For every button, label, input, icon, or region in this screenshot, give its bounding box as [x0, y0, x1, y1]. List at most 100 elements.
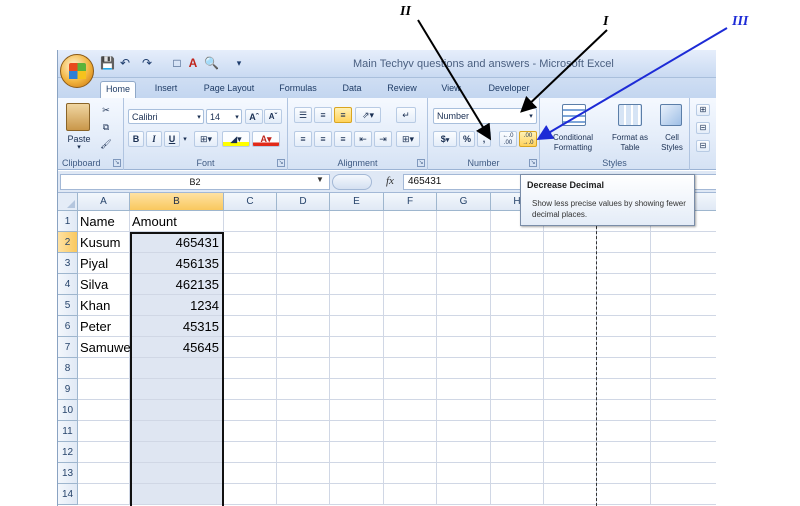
empty-cell[interactable]: [544, 295, 597, 316]
save-icon[interactable]: 💾: [100, 56, 115, 70]
increase-indent-icon[interactable]: ⇥: [374, 131, 392, 147]
cut-icon[interactable]: ✂: [98, 102, 114, 116]
increase-decimal-button[interactable]: ←.0.00: [499, 131, 517, 147]
empty-cell[interactable]: [224, 337, 277, 358]
underline-button[interactable]: U: [164, 131, 180, 147]
decrease-decimal-button[interactable]: .00 →.0: [519, 131, 537, 147]
tab-insert[interactable]: Insert: [146, 81, 186, 98]
cell-b[interactable]: 456135: [130, 253, 224, 274]
name-box[interactable]: B2: [60, 174, 330, 190]
empty-cell[interactable]: [384, 484, 437, 505]
cell-a[interactable]: [78, 463, 130, 484]
tab-view[interactable]: View: [436, 81, 466, 98]
empty-cell[interactable]: [330, 316, 384, 337]
align-right-icon[interactable]: ≡: [334, 131, 352, 147]
format-as-table-icon[interactable]: [618, 104, 642, 126]
cell-b[interactable]: 1234: [130, 295, 224, 316]
format-cells-icon[interactable]: ⊟: [696, 140, 710, 152]
empty-cell[interactable]: [597, 232, 651, 253]
empty-cell[interactable]: [544, 274, 597, 295]
empty-cell[interactable]: [597, 379, 651, 400]
cell-b[interactable]: [130, 379, 224, 400]
merge-center-icon[interactable]: ⊞▾: [396, 131, 420, 147]
empty-cell[interactable]: [651, 379, 716, 400]
empty-cell[interactable]: [491, 358, 544, 379]
row-header[interactable]: 14: [58, 484, 78, 505]
currency-dropdown-icon[interactable]: ▾: [446, 137, 450, 144]
empty-cell[interactable]: [437, 484, 491, 505]
empty-cell[interactable]: [597, 463, 651, 484]
cell-a[interactable]: Peter: [78, 316, 130, 337]
font-size-dropdown-icon[interactable]: ▾: [232, 110, 242, 123]
empty-cell[interactable]: [651, 442, 716, 463]
copy-icon[interactable]: ⧉: [98, 119, 114, 133]
cell-styles-icon[interactable]: [660, 104, 682, 126]
empty-cell[interactable]: [384, 232, 437, 253]
empty-cell[interactable]: [597, 337, 651, 358]
empty-cell[interactable]: [544, 358, 597, 379]
empty-cell[interactable]: [224, 358, 277, 379]
empty-cell[interactable]: [330, 232, 384, 253]
empty-cell[interactable]: [384, 337, 437, 358]
cell-b[interactable]: [130, 463, 224, 484]
align-middle-icon[interactable]: ≡: [314, 107, 332, 123]
font-launcher-icon[interactable]: ↘: [277, 159, 285, 167]
empty-cell[interactable]: [437, 274, 491, 295]
empty-cell[interactable]: [437, 358, 491, 379]
empty-cell[interactable]: [437, 316, 491, 337]
insert-cells-icon[interactable]: ⊞: [696, 104, 710, 116]
empty-cell[interactable]: [597, 316, 651, 337]
cell-a[interactable]: Samuwe: [78, 337, 131, 358]
font-name-select[interactable]: Calibri: [128, 109, 204, 124]
row-header[interactable]: 6: [58, 316, 78, 337]
empty-cell[interactable]: [651, 232, 716, 253]
empty-cell[interactable]: [437, 421, 491, 442]
empty-cell[interactable]: [544, 442, 597, 463]
column-header-f[interactable]: F: [384, 193, 437, 211]
empty-cell[interactable]: [330, 211, 384, 232]
empty-cell[interactable]: [330, 379, 384, 400]
empty-cell[interactable]: [544, 463, 597, 484]
empty-cell[interactable]: [491, 295, 544, 316]
empty-cell[interactable]: [597, 358, 651, 379]
cell-a[interactable]: Khan: [78, 295, 130, 316]
cell-a[interactable]: [78, 442, 130, 463]
empty-cell[interactable]: [277, 379, 330, 400]
empty-cell[interactable]: [544, 253, 597, 274]
insert-function-icon[interactable]: fx: [386, 175, 394, 187]
cell-b[interactable]: 462135: [130, 274, 224, 295]
empty-cell[interactable]: [597, 253, 651, 274]
empty-cell[interactable]: [437, 379, 491, 400]
empty-cell[interactable]: [277, 232, 330, 253]
empty-cell[interactable]: [224, 316, 277, 337]
empty-cell[interactable]: [651, 316, 716, 337]
empty-cell[interactable]: [651, 337, 716, 358]
tab-formulas[interactable]: Formulas: [273, 81, 323, 98]
empty-cell[interactable]: [597, 484, 651, 505]
empty-cell[interactable]: [277, 484, 330, 505]
empty-cell[interactable]: [277, 337, 330, 358]
empty-cell[interactable]: [544, 316, 597, 337]
empty-cell[interactable]: [277, 211, 330, 232]
cell-b[interactable]: [130, 421, 224, 442]
empty-cell[interactable]: [384, 316, 437, 337]
empty-cell[interactable]: [437, 442, 491, 463]
empty-cell[interactable]: [597, 274, 651, 295]
customize-qat-icon[interactable]: ▾: [232, 56, 246, 70]
undo-icon[interactable]: ↶: [118, 56, 132, 70]
empty-cell[interactable]: [384, 442, 437, 463]
align-left-icon[interactable]: ≡: [294, 131, 312, 147]
empty-cell[interactable]: [544, 484, 597, 505]
cell-b[interactable]: Amount: [130, 211, 224, 232]
empty-cell[interactable]: [651, 253, 716, 274]
empty-cell[interactable]: [384, 295, 437, 316]
empty-cell[interactable]: [330, 400, 384, 421]
row-header[interactable]: 2: [58, 232, 78, 253]
empty-cell[interactable]: [491, 316, 544, 337]
empty-cell[interactable]: [544, 400, 597, 421]
cell-a[interactable]: Silva: [78, 274, 130, 295]
empty-cell[interactable]: [384, 463, 437, 484]
empty-cell[interactable]: [437, 253, 491, 274]
empty-cell[interactable]: [384, 211, 437, 232]
empty-cell[interactable]: [224, 379, 277, 400]
